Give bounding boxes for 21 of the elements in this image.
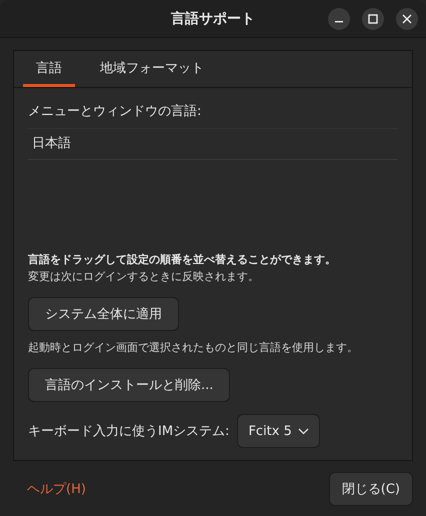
minimize-button[interactable]: [328, 8, 350, 30]
tab[interactable]: 地域フォーマット: [87, 51, 217, 87]
close-dialog-button[interactable]: 閉じる(C): [328, 472, 413, 506]
hint-text: 変更は次にログインするときに反映されます。: [28, 269, 259, 284]
note-text: 起動時とログイン画面で選択されたものと同じ言語を使用します。: [28, 340, 358, 355]
chevron-down-icon: [298, 428, 309, 434]
apply-system-wide-button[interactable]: システム全体に適用: [28, 297, 179, 331]
hint-text: 言語をドラッグして設定の順番を並べ替えることができます。: [28, 252, 336, 267]
im-label: キーボード入力に使うIMシステム:: [28, 423, 230, 440]
section-label: メニューとウィンドウの言語:: [28, 103, 202, 120]
close-icon: [402, 14, 412, 24]
language-item[interactable]: 日本語: [28, 129, 398, 159]
minimize-icon: [335, 21, 343, 23]
window-title: 言語サポート: [171, 10, 255, 28]
tab[interactable]: 言語: [23, 51, 75, 87]
maximize-button[interactable]: [362, 8, 384, 30]
close-button[interactable]: [396, 8, 418, 30]
help-link[interactable]: ヘルプ(H): [27, 480, 86, 498]
install-remove-button[interactable]: 言語のインストールと削除...: [28, 368, 230, 402]
maximize-icon: [368, 14, 378, 24]
im-dropdown[interactable]: Fcitx 5: [237, 414, 320, 448]
